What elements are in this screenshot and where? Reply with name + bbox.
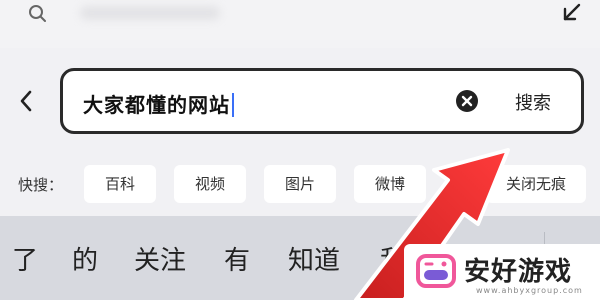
search-icon[interactable] [28, 4, 46, 22]
quick-search-bar: 快搜： 百科 视频 图片 微博 关闭无痕 [0, 152, 600, 216]
brand-url: www.ahbyxgroup.com [476, 286, 583, 295]
quick-search-label: 快搜： [18, 176, 64, 194]
chip-close-incognito[interactable]: 关闭无痕 [486, 165, 586, 203]
top-bar [0, 0, 600, 48]
chip-weibo[interactable]: 微博 [354, 165, 426, 203]
search-button[interactable]: 搜索 [515, 89, 551, 115]
candidate-word[interactable]: 知道 [288, 240, 340, 277]
search-input-value: 大家都懂的网站 [83, 89, 234, 118]
candidate-word[interactable]: 和 [380, 240, 406, 277]
candidate-word[interactable]: 的 [72, 240, 98, 277]
brand-name: 安好游戏 [464, 257, 573, 287]
chip-video[interactable]: 视频 [174, 165, 246, 203]
chip-baike[interactable]: 百科 [84, 165, 156, 203]
collapse-icon[interactable] [560, 2, 582, 24]
gamepad-logo-icon [416, 254, 456, 288]
brand-watermark: 安好游戏 www.ahbyxgroup.com [404, 244, 600, 300]
blurred-address [80, 6, 220, 20]
candidate-word[interactable]: 了 [12, 240, 38, 277]
search-row: 大家都懂的网站 搜索 [0, 48, 600, 152]
chip-images[interactable]: 图片 [264, 165, 336, 203]
clear-icon[interactable] [455, 89, 479, 113]
back-icon[interactable] [16, 88, 36, 114]
search-input[interactable]: 大家都懂的网站 搜索 [60, 68, 584, 134]
text-caret [232, 93, 234, 117]
candidate-word[interactable]: 有 [224, 240, 250, 277]
candidate-word[interactable]: 关注 [134, 240, 186, 277]
